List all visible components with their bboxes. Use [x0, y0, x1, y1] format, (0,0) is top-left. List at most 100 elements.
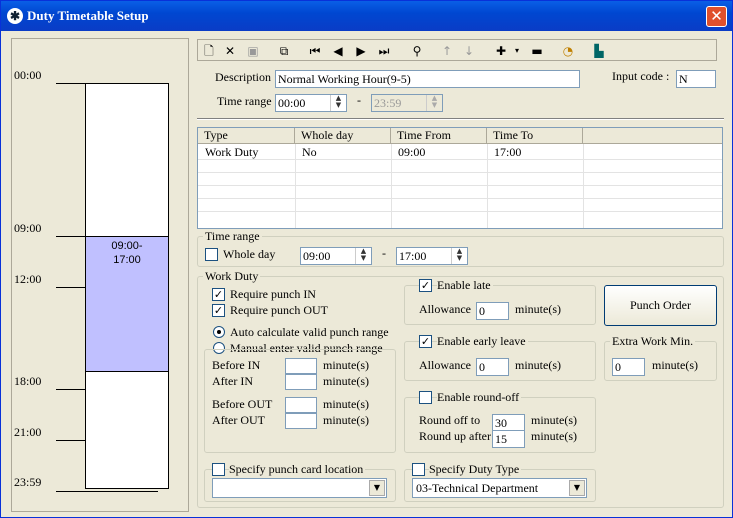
description-field[interactable]: Normal Working Hour(9-5) [275, 70, 580, 88]
tick [56, 236, 86, 237]
time-from-field[interactable]: 00:00 ▲ ▼ [275, 94, 347, 112]
range-from-field[interactable]: 09:00 ▲ ▼ [300, 247, 372, 265]
prev-icon[interactable]: ◀ [329, 42, 347, 60]
chevron-down-icon[interactable]: ▼ [369, 480, 385, 496]
up-icon[interactable]: ↑ [438, 42, 456, 60]
column-header[interactable]: Whole day [295, 128, 391, 144]
minutes-label: minute(s) [323, 358, 369, 372]
minutes-label: minute(s) [652, 358, 698, 372]
extra-work-title: Extra Work Min. [610, 334, 696, 349]
whole-day-label: Whole day [223, 247, 276, 261]
divider [197, 118, 724, 120]
table-cell[interactable]: Work Duty [198, 145, 258, 159]
extra-work-field[interactable]: 0 [612, 358, 645, 376]
app-icon: ✱ [7, 8, 23, 24]
range-to-field[interactable]: 17:00 ▲ ▼ [396, 247, 468, 265]
early-allowance-field[interactable]: 0 [476, 358, 509, 376]
clock-icon[interactable]: ◔ [559, 42, 577, 60]
enable-early-checkbox[interactable]: ✓ [419, 335, 432, 348]
whole-day-checkbox[interactable] [205, 248, 218, 261]
close-button[interactable]: ✕ [706, 6, 727, 27]
input-code-field[interactable]: N [676, 70, 716, 88]
spin-icon[interactable]: ▲ ▼ [330, 95, 346, 111]
tick [56, 83, 86, 84]
table-cell[interactable]: 09:00 [391, 145, 425, 159]
enable-late-checkbox[interactable]: ✓ [419, 279, 432, 292]
after-out-label: After OUT [212, 413, 265, 427]
after-in-field[interactable] [285, 374, 317, 390]
enable-roundoff-label: Enable round-off [437, 390, 522, 405]
timeline-label: 09:00 [14, 221, 42, 235]
chevron-down-icon[interactable]: ▼ [569, 480, 585, 496]
require-in-checkbox[interactable]: ✓ [212, 288, 225, 301]
after-out-field[interactable] [285, 413, 317, 429]
remove-icon[interactable]: ▬ [528, 42, 546, 60]
duty-type-checkbox[interactable] [412, 463, 425, 476]
minutes-label: minute(s) [515, 358, 561, 372]
round-up-label: Round up after [419, 429, 491, 443]
table-cell[interactable]: 17:00 [487, 145, 521, 159]
spin-icon[interactable]: ▲ ▼ [355, 248, 371, 264]
table-cell[interactable]: No [295, 145, 317, 159]
window: ✱ Duty Timetable Setup ✕ 00:00 09:00 12:… [0, 0, 733, 518]
spin-icon[interactable]: ▲ ▼ [426, 95, 442, 111]
before-out-label: Before OUT [212, 397, 273, 411]
last-icon[interactable]: ⏭ [375, 42, 393, 60]
before-in-label: Before IN [212, 358, 261, 372]
dash-label: - [382, 246, 386, 260]
late-allowance-field[interactable]: 0 [476, 302, 509, 320]
new-icon[interactable]: 🗋 [200, 42, 218, 60]
minutes-label: minute(s) [323, 374, 369, 388]
row-line [198, 211, 722, 212]
column-header[interactable]: Time To [487, 128, 583, 144]
time-range-group-title: Time range [203, 229, 262, 244]
duty-type-dropdown[interactable]: 03-Technical Department ▼ [412, 478, 587, 498]
allowance-label: Allowance [419, 358, 471, 372]
location-dropdown[interactable]: ▼ [212, 478, 387, 498]
chevron-down-icon[interactable]: ▾ [508, 42, 526, 60]
dash-label: - [357, 93, 361, 107]
location-checkbox[interactable] [212, 463, 225, 476]
allowance-label: Allowance [419, 302, 471, 316]
exit-icon[interactable]: ▙ [590, 42, 608, 60]
row-line [198, 159, 722, 160]
tick [56, 287, 86, 288]
before-out-field[interactable] [285, 397, 317, 413]
next-icon[interactable]: ▶ [352, 42, 370, 60]
row-line [198, 198, 722, 199]
duty-type-label: Specify Duty Type [429, 462, 522, 477]
column-header[interactable]: Time From [391, 128, 487, 144]
auto-calc-radio[interactable] [213, 326, 225, 338]
copy-icon[interactable]: ⧉ [275, 42, 293, 60]
location-label: Specify punch card location [229, 462, 366, 477]
round-up-field[interactable]: 15 [492, 430, 525, 448]
delete-icon[interactable]: ✕ [221, 42, 239, 60]
tick [56, 389, 86, 390]
duty-table[interactable]: Type Whole day Time From Time To Work Du… [197, 127, 723, 229]
first-icon[interactable]: ⏮ [306, 42, 324, 60]
auto-calc-label: Auto calculate valid punch range [230, 325, 389, 339]
time-to-field[interactable]: 23:59 ▲ ▼ [371, 94, 443, 112]
before-in-field[interactable] [285, 358, 317, 374]
minutes-label: minute(s) [531, 413, 577, 427]
minutes-label: minute(s) [323, 413, 369, 427]
toolbar: 🗋 ✕ ▣ ⧉ ⏮ ◀ ▶ ⏭ ⚲ ↑ ↓ ✚ ▾ ▬ ◔ ▙ [197, 39, 717, 61]
row-line [198, 185, 722, 186]
timeline-label: 21:00 [14, 425, 42, 439]
require-out-label: Require punch OUT [230, 303, 328, 317]
spin-icon[interactable]: ▲ ▼ [451, 248, 467, 264]
require-out-checkbox[interactable]: ✓ [212, 304, 225, 317]
save-icon[interactable]: ▣ [244, 42, 262, 60]
timeline-label: 18:00 [14, 374, 42, 388]
require-in-label: Require punch IN [230, 287, 316, 301]
enable-roundoff-checkbox[interactable] [419, 391, 432, 404]
column-header[interactable]: Type [198, 128, 295, 144]
enable-late-label: Enable late [437, 278, 493, 293]
punch-order-button[interactable]: Punch Order [604, 285, 717, 326]
search-icon[interactable]: ⚲ [408, 42, 426, 60]
down-icon[interactable]: ↓ [460, 42, 478, 60]
tick [56, 440, 86, 441]
row-line [198, 172, 722, 173]
duty-slot[interactable]: 09:00- 17:00 [85, 236, 169, 372]
timeline-label: 00:00 [14, 68, 42, 82]
